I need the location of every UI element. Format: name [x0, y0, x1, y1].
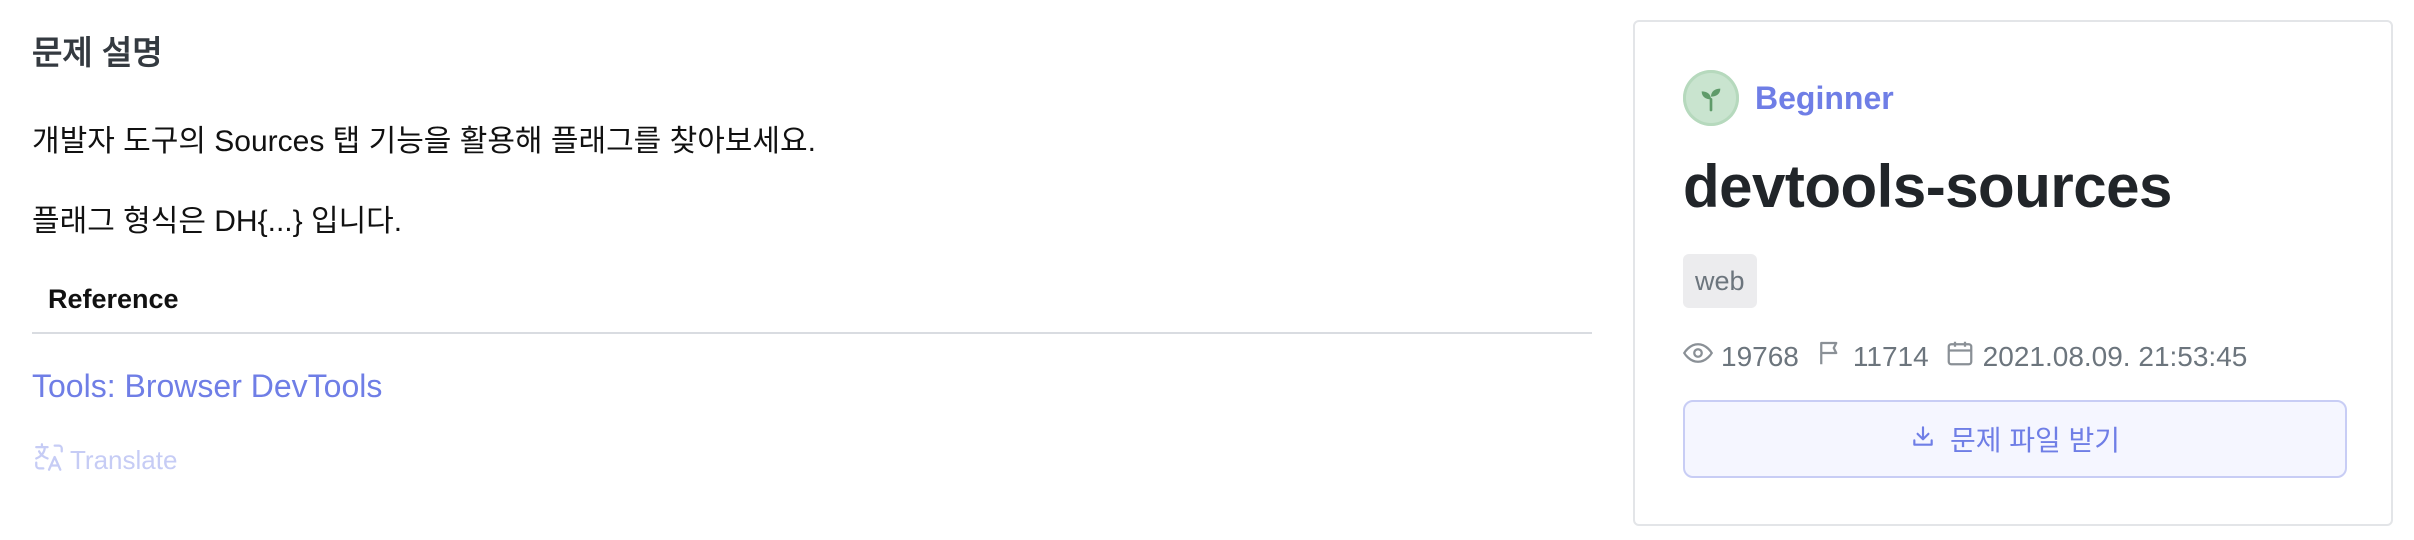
views-stat: 19768: [1682, 338, 1799, 375]
reference-header: Reference: [32, 266, 1592, 334]
reference-title: Reference: [48, 284, 179, 314]
calendar-icon: [1945, 338, 1975, 375]
challenge-stats: 19768 11714 2021.08.09. 21:53:45: [1682, 338, 2263, 375]
download-file-button[interactable]: 문제 파일 받기: [1683, 400, 2347, 478]
challenge-info-card: Beginner devtools-sources web 19768 1171…: [1633, 20, 2393, 526]
sprout-icon: [1683, 70, 1739, 126]
views-count: 19768: [1721, 340, 1799, 372]
challenge-title: devtools-sources: [1683, 153, 2172, 220]
reference-link[interactable]: Tools: Browser DevTools: [32, 368, 382, 405]
difficulty-level: Beginner: [1683, 70, 1894, 126]
section-heading: 문제 설명: [32, 34, 163, 71]
level-label: Beginner: [1755, 79, 1894, 116]
download-icon: [1910, 423, 1936, 456]
download-label: 문제 파일 받기: [1949, 425, 2121, 456]
category-tag[interactable]: web: [1683, 254, 1757, 308]
solves-stat: 11714: [1815, 338, 1929, 375]
flag-icon: [1815, 338, 1845, 375]
description-line: 개발자 도구의 Sources 탭 기능을 활용해 플래그를 찾아보세요.: [32, 125, 816, 158]
translate-label: Translate: [70, 445, 178, 475]
translate-button[interactable]: Translate: [32, 440, 177, 481]
flag-format-line: 플래그 형식은 DH{...} 입니다.: [32, 205, 403, 238]
translate-icon: [32, 440, 66, 481]
created-date: 2021.08.09. 21:53:45: [1982, 340, 2248, 372]
date-stat: 2021.08.09. 21:53:45: [1945, 338, 2248, 375]
eye-icon: [1682, 338, 1714, 375]
solves-count: 11714: [1852, 340, 1929, 372]
